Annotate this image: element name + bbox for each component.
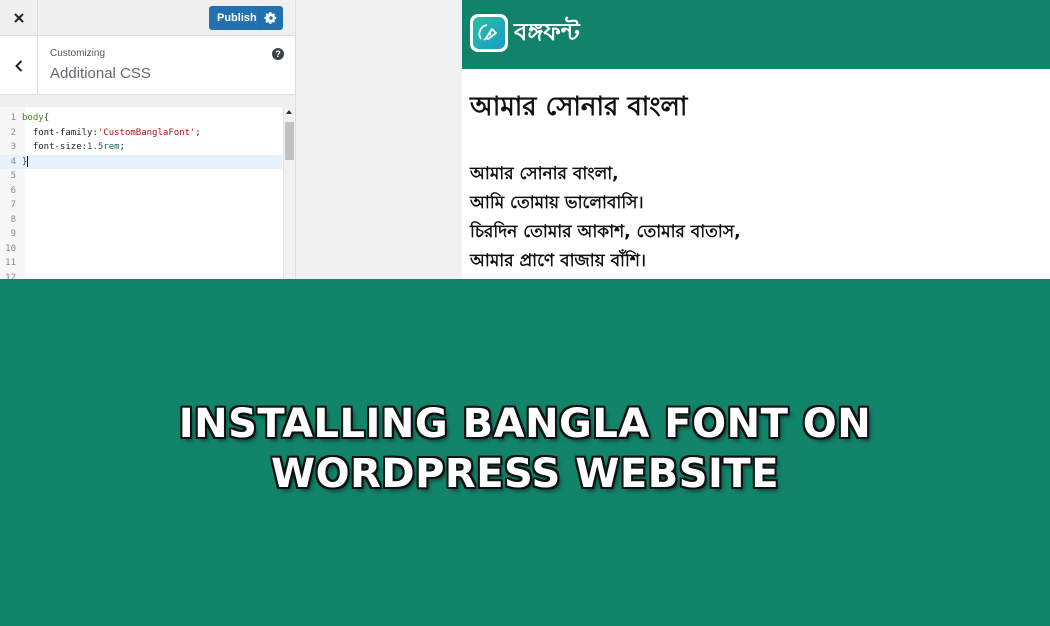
- css-string: 'CustomBanglaFont': [97, 127, 196, 138]
- open-brace: {: [43, 113, 50, 123]
- headline-line-1: INSTALLING BANGLA FONT ON: [178, 401, 872, 447]
- line-number: 8: [10, 214, 16, 225]
- code-line[interactable]: 10: [0, 242, 282, 257]
- section-title: Additional CSS: [50, 65, 151, 82]
- post-content: আমার সোনার বাংলা, আমি তোমায় ভালোবাসি। চ…: [470, 160, 741, 276]
- line-number: 7: [10, 200, 16, 210]
- css-property: font-size:: [32, 142, 88, 152]
- line-number: 3: [10, 142, 16, 152]
- customizer-sidebar: Publish Customizing Additional CSS ? 1 bo…: [0, 0, 296, 279]
- semicolon: ;: [195, 127, 201, 138]
- line-number: 11: [5, 258, 16, 268]
- line-number: 4: [10, 156, 16, 167]
- text-cursor: [27, 155, 29, 167]
- scroll-up-arrow-icon[interactable]: [286, 110, 292, 114]
- code-line-active[interactable]: 4}: [0, 154, 282, 169]
- screenshot-panel: Publish Customizing Additional CSS ? 1 bo…: [0, 0, 1050, 279]
- css-code-editor[interactable]: 1 body{ 2 font-family:'CustomBanglaFont';…: [0, 107, 284, 279]
- line-number: 9: [10, 229, 16, 239]
- code-line[interactable]: 6: [0, 184, 282, 199]
- code-line[interactable]: 5: [0, 169, 282, 184]
- semicolon: ;: [119, 142, 125, 152]
- poem-line: আমার প্রাণে বাজায় বাঁশি।: [470, 251, 646, 271]
- css-selector: body: [22, 113, 44, 123]
- section-header: Customizing Additional CSS ?: [0, 36, 295, 95]
- code-line[interactable]: 8: [0, 213, 282, 228]
- line-number: 12: [5, 272, 16, 280]
- line-number: 2: [10, 127, 16, 138]
- button-divider: [259, 6, 260, 30]
- breadcrumb: Customizing: [50, 48, 106, 59]
- site-name[interactable]: বঙ্গফন্ট: [514, 14, 580, 54]
- code-line[interactable]: 11: [0, 256, 282, 271]
- gear-icon[interactable]: [264, 11, 278, 25]
- pen-nib-icon: [478, 24, 497, 41]
- code-line[interactable]: 1 body{: [0, 111, 282, 126]
- site-preview: বঙ্গফন্ট আমার সোনার বাংলা আমার সোনার বাং…: [462, 0, 1050, 279]
- close-icon: [13, 13, 24, 23]
- css-number: 1.5rem: [87, 142, 120, 152]
- site-logo[interactable]: [470, 14, 508, 52]
- scroll-thumb[interactable]: [285, 122, 294, 160]
- title-banner: INSTALLING BANGLA FONT ON WORDPRESS WEBS…: [0, 279, 1050, 626]
- editor-scrollbar[interactable]: [283, 107, 295, 279]
- code-line[interactable]: 3 font-size:1.5rem;: [0, 140, 282, 155]
- code-line[interactable]: 7: [0, 198, 282, 213]
- customizer-topbar: Publish: [0, 0, 295, 36]
- css-property: font-family:: [32, 127, 98, 138]
- close-button[interactable]: [0, 0, 38, 36]
- site-header: বঙ্গফন্ট: [462, 0, 1050, 69]
- line-number: 6: [10, 185, 16, 196]
- code-line[interactable]: 2 font-family:'CustomBanglaFont';: [0, 126, 282, 141]
- poem-line: আমি তোমায় ভালোবাসি।: [470, 193, 644, 213]
- poem-line: চিরদিন তোমার আকাশ, তোমার বাতাস,: [470, 222, 741, 242]
- chevron-left-icon: [14, 59, 22, 72]
- code-line[interactable]: 12: [0, 271, 282, 280]
- question-mark-icon[interactable]: ?: [272, 48, 284, 60]
- publish-button[interactable]: Publish: [209, 6, 283, 30]
- headline: INSTALLING BANGLA FONT ON WORDPRESS WEBS…: [0, 399, 1050, 499]
- poem-line: আমার সোনার বাংলা,: [470, 164, 619, 184]
- line-number: 5: [10, 171, 16, 181]
- headline-line-2: WORDPRESS WEBSITE: [270, 451, 780, 497]
- post-title: আমার সোনার বাংলা: [470, 92, 688, 122]
- line-number: 1: [10, 113, 16, 123]
- back-button[interactable]: [0, 36, 38, 95]
- publish-label: Publish: [217, 12, 257, 24]
- code-line[interactable]: 9: [0, 227, 282, 242]
- line-number: 10: [5, 243, 16, 254]
